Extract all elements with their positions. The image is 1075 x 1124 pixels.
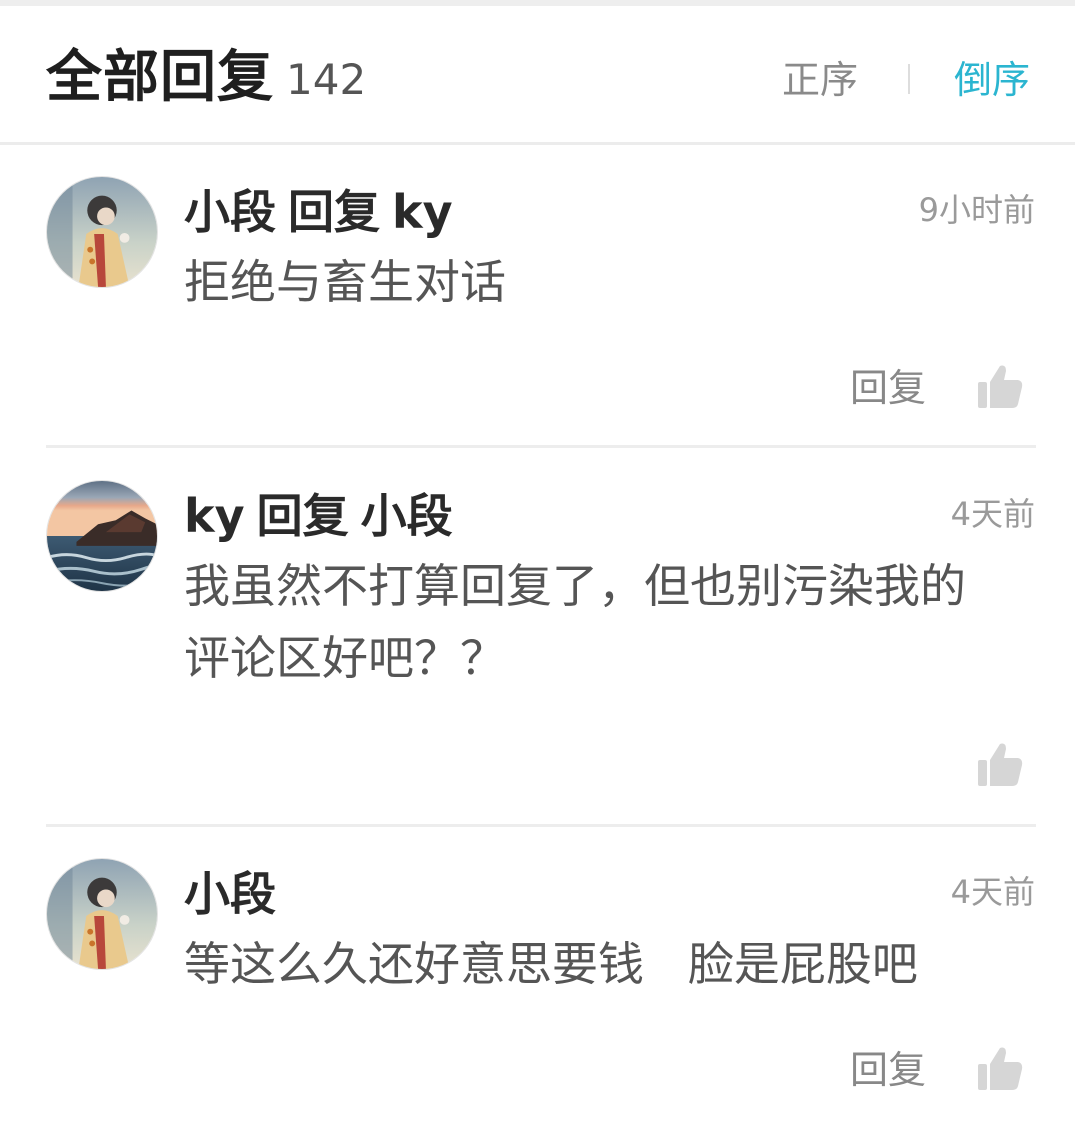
reply-target[interactable]: 小段: [361, 489, 453, 543]
like-button[interactable]: [976, 740, 1024, 788]
reply-count: 142: [286, 55, 367, 104]
header-divider: [0, 142, 1075, 145]
replies-header: 全部回复 142 正序 倒序: [0, 6, 1075, 142]
comment-author-line: ky 回复 小段: [184, 486, 453, 546]
comment-divider: [46, 445, 1036, 448]
comment-author[interactable]: ky: [184, 489, 245, 543]
comment-author-line: 小段: [184, 864, 276, 924]
thumbs-up-icon: [978, 1047, 1023, 1090]
comment-time: 4天前: [950, 495, 1035, 533]
like-button[interactable]: [976, 362, 1024, 410]
thumbs-up-icon: [978, 365, 1023, 408]
comment-time: 9小时前: [918, 191, 1035, 229]
comment-content: 我虽然不打算回复了，但也别污染我的评论区好吧？？: [184, 559, 966, 685]
comment-author[interactable]: 小段: [184, 185, 276, 239]
avatar-illustrated-figure-icon: [47, 859, 157, 969]
reply-indicator: 回复: [288, 185, 380, 239]
avatar-illustrated-figure-icon: [47, 177, 157, 287]
comment-time: 4天前: [950, 873, 1035, 911]
comment-content: 拒绝与畜生对话: [184, 255, 506, 309]
comment-divider: [46, 824, 1036, 827]
sort-ascending-button[interactable]: 正序: [782, 52, 858, 108]
thumbs-up-icon: [978, 743, 1023, 786]
reply-button[interactable]: 回复: [850, 1044, 926, 1096]
sort-descending-button[interactable]: 倒序: [954, 52, 1030, 108]
avatar[interactable]: [46, 176, 158, 288]
avatar[interactable]: [46, 858, 158, 970]
reply-target[interactable]: ky: [392, 185, 453, 239]
avatar[interactable]: [46, 480, 158, 592]
avatar-seascape-sunset-icon: [47, 481, 157, 591]
comment-author[interactable]: 小段: [184, 867, 276, 921]
comment-content: 等这么久还好意思要钱 脸是屁股吧: [184, 937, 918, 991]
comment-author-line: 小段 回复 ky: [184, 182, 453, 242]
sort-divider: [908, 64, 910, 94]
like-button[interactable]: [976, 1044, 1024, 1092]
reply-indicator: 回复: [256, 489, 349, 543]
reply-button[interactable]: 回复: [850, 362, 926, 414]
page-title: 全部回复: [46, 45, 274, 110]
